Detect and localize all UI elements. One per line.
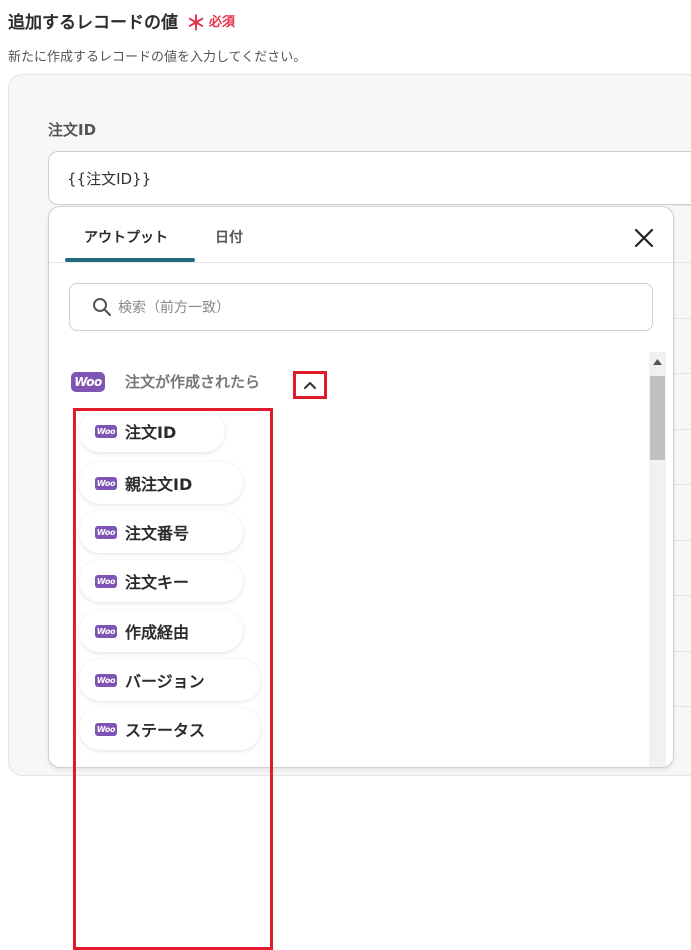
list-item-label: バージョン [125,672,205,691]
woocommerce-logo-icon: Woo [95,476,117,490]
list-item-label: 注文番号 [125,524,190,543]
search-placeholder: 検索（前方一致） [118,300,230,316]
search-input[interactable]: 検索（前方一致） [69,283,653,331]
active-tab-indicator [65,258,195,262]
search-icon [93,298,112,317]
list-item[interactable]: Woo 親注文ID [79,462,243,504]
list-item-label: ステータス [125,721,206,740]
list-item[interactable]: Woo 注文番号 [79,511,243,553]
list-item[interactable]: Woo 注文ID [79,410,225,452]
woocommerce-logo-icon: Woo [95,525,117,539]
woocommerce-logo-icon: Woo [95,624,117,638]
picker-tabs: アウトプット 日付 [49,207,673,263]
list-item[interactable]: Woo バージョン [79,659,261,701]
background-row-dividers [672,205,691,751]
variable-picker-dropdown: アウトプット 日付 検索（前方一致） Woo 注文が作成されたら Woo 注文I… [48,206,674,950]
required-indicator: ＊ 必須 [186,10,236,35]
scroll-up-button[interactable] [649,352,666,372]
list-item-label: 作成経由 [125,623,190,642]
scrollbar-thumb[interactable] [650,376,665,460]
woocommerce-logo-icon: Woo [95,673,117,687]
required-asterisk: ＊ [186,11,206,35]
section-title: 追加するレコードの値 [8,13,178,33]
woocommerce-logo-icon: Woo [95,424,117,438]
close-icon[interactable] [633,227,655,249]
group-header: Woo 注文が作成されたら [71,371,260,392]
list-item[interactable]: Woo ステータス [79,708,261,750]
field-label: 注文ID [48,121,97,139]
order-id-input-value: {{注文ID}} [67,169,152,188]
woocommerce-logo-icon: Woo [95,574,117,588]
woocommerce-logo-icon: Woo [95,722,117,736]
section-description: 新たに作成するレコードの値を入力してください。 [8,50,307,65]
scrollbar[interactable] [649,352,666,767]
group-label: 注文が作成されたら [125,373,261,391]
triangle-up-icon [653,359,662,365]
required-label: 必須 [209,14,236,30]
group-collapse-button[interactable] [293,371,327,399]
tab-output[interactable]: アウトプット [84,227,168,247]
woocommerce-logo-icon: Woo [71,371,105,392]
order-id-input[interactable]: {{注文ID}} [48,151,691,205]
list-item-label: 親注文ID [125,475,193,494]
chevron-up-icon [304,382,316,389]
list-item[interactable]: Woo 注文キー [79,560,243,602]
list-item-label: 注文ID [125,423,177,442]
tab-date[interactable]: 日付 [215,227,243,247]
list-item-label: 注文キー [125,573,190,592]
list-item[interactable]: Woo 作成経由 [79,610,243,652]
